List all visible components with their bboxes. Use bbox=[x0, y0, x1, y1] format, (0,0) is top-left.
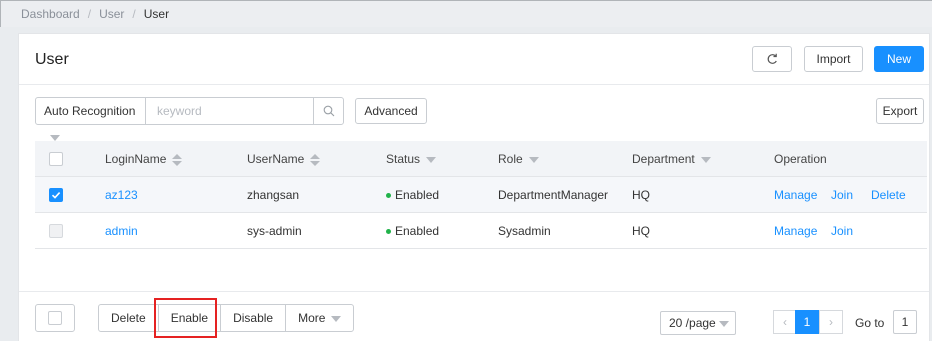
filter-icon bbox=[700, 156, 711, 163]
login-link[interactable]: admin bbox=[105, 213, 138, 249]
breadcrumb-dashboard[interactable]: Dashboard bbox=[21, 7, 80, 21]
page-title: User bbox=[35, 51, 69, 68]
column-operation: Operation bbox=[774, 152, 827, 166]
refresh-icon bbox=[767, 53, 777, 64]
manage-link[interactable]: Manage bbox=[774, 213, 817, 249]
footer-select-all-button[interactable] bbox=[35, 304, 75, 332]
status-dot bbox=[386, 193, 391, 199]
row-checkbox[interactable] bbox=[49, 188, 63, 202]
page-number-button[interactable]: 1 bbox=[795, 310, 819, 334]
table-header: LoginName UserName Status Role Departmen… bbox=[35, 141, 927, 177]
breadcrumb-user-parent[interactable]: User bbox=[99, 7, 124, 21]
status-cell: Enabled bbox=[386, 177, 439, 213]
delete-link[interactable]: Delete bbox=[871, 177, 906, 213]
breadcrumb: Dashboard / User / User bbox=[0, 0, 932, 27]
username-cell: sys-admin bbox=[247, 224, 302, 238]
user-table: LoginName UserName Status Role Departmen… bbox=[35, 141, 927, 249]
export-button[interactable]: Export bbox=[876, 98, 924, 124]
bulk-more-button[interactable]: More bbox=[286, 305, 353, 331]
column-role[interactable]: Role bbox=[498, 141, 539, 177]
check-icon bbox=[51, 192, 61, 199]
divider bbox=[19, 84, 929, 85]
next-page-button[interactable]: › bbox=[819, 310, 843, 334]
table-row: admin sys-admin Enabled Sysadmin HQ Mana… bbox=[35, 213, 927, 249]
row-checkbox[interactable] bbox=[49, 224, 63, 238]
goto-input[interactable]: 1 bbox=[893, 310, 917, 334]
breadcrumb-current: User bbox=[143, 7, 170, 21]
department-cell: HQ bbox=[632, 224, 650, 238]
join-link[interactable]: Join bbox=[831, 177, 853, 213]
goto-label: Go to bbox=[855, 316, 885, 330]
column-loginname[interactable]: LoginName bbox=[105, 141, 183, 177]
advanced-search-button[interactable]: Advanced bbox=[355, 98, 427, 124]
chevron-down-icon bbox=[50, 134, 60, 141]
refresh-button[interactable] bbox=[752, 46, 792, 72]
divider bbox=[19, 291, 929, 292]
username-cell: zhangsan bbox=[247, 188, 300, 202]
chevron-down-icon bbox=[719, 321, 729, 327]
join-link[interactable]: Join bbox=[831, 213, 853, 249]
chevron-down-icon bbox=[331, 315, 342, 322]
import-button[interactable]: Import bbox=[804, 46, 863, 72]
footer-checkbox bbox=[48, 311, 62, 325]
search-input[interactable]: keyword bbox=[147, 98, 313, 124]
search-bar: Auto Recognition keyword bbox=[35, 97, 344, 141]
search-icon bbox=[323, 105, 335, 117]
status-cell: Enabled bbox=[386, 213, 439, 249]
status-dot bbox=[386, 229, 391, 235]
filter-icon bbox=[426, 156, 437, 163]
bulk-disable-button[interactable]: Disable bbox=[221, 305, 287, 331]
role-cell: Sysadmin bbox=[498, 224, 551, 238]
column-status[interactable]: Status bbox=[386, 141, 437, 177]
search-mode-select[interactable]: Auto Recognition bbox=[36, 98, 146, 141]
department-cell: HQ bbox=[632, 188, 650, 202]
column-department[interactable]: Department bbox=[632, 141, 711, 177]
select-all-checkbox[interactable] bbox=[49, 152, 63, 166]
column-username[interactable]: UserName bbox=[247, 141, 321, 177]
sort-icon bbox=[172, 153, 183, 166]
user-panel: User Import New Auto Recognition keyword… bbox=[18, 33, 930, 341]
filter-icon bbox=[528, 156, 539, 163]
search-button[interactable] bbox=[313, 98, 343, 124]
new-button[interactable]: New bbox=[874, 46, 924, 72]
role-cell: DepartmentManager bbox=[498, 188, 609, 202]
page-size-select[interactable]: 20 /page bbox=[660, 311, 736, 335]
table-row: az123 zhangsan Enabled DepartmentManager… bbox=[35, 177, 927, 213]
bulk-delete-button[interactable]: Delete bbox=[99, 305, 159, 331]
highlight-box bbox=[154, 298, 217, 338]
prev-page-button[interactable]: ‹ bbox=[773, 310, 797, 334]
sort-icon bbox=[310, 153, 321, 166]
manage-link[interactable]: Manage bbox=[774, 177, 817, 213]
bulk-action-group: Delete Enable Disable More bbox=[98, 304, 355, 332]
login-link[interactable]: az123 bbox=[105, 177, 138, 213]
